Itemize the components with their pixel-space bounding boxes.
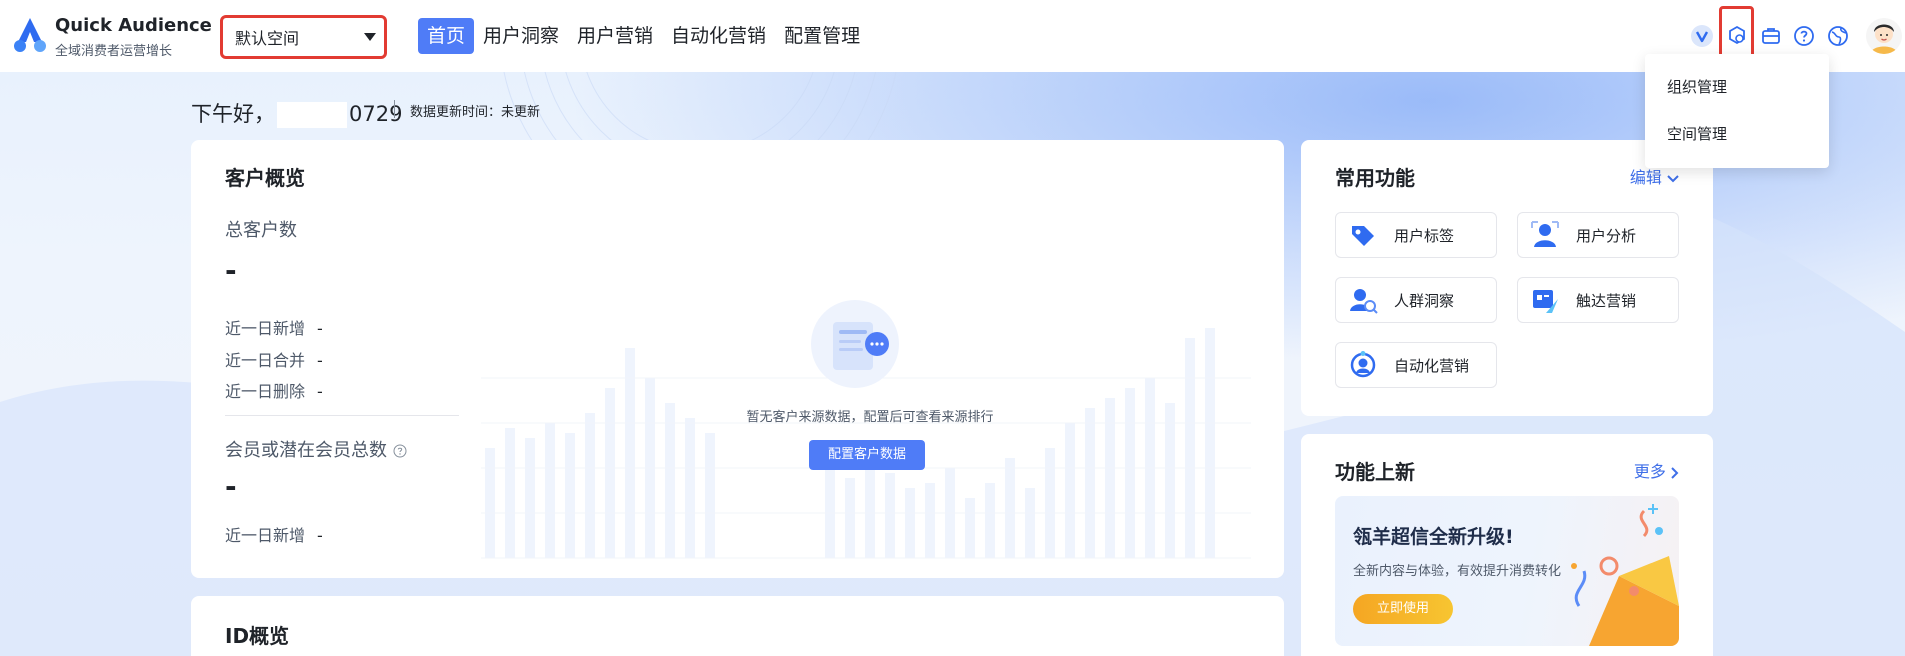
more-label: 更多 [1633,462,1666,481]
automation-icon [1350,351,1376,378]
card-title: ID概览 [225,624,290,648]
feature-banner[interactable]: 瓴羊超信全新升级! 全新内容与体验，有效提升消费转化 立即使用 [1335,496,1679,646]
version-v-icon[interactable] [1690,24,1714,48]
nav-automation-marketing[interactable]: 自动化营销 [662,18,775,54]
nav-home[interactable]: 首页 [418,18,475,54]
stat-label: 近一日合并 [225,351,306,370]
stat-value: - [317,526,323,545]
common-functions-card: 常用功能 编辑 用户标签 用户分析 人群洞察 触达营销 自动化营销 [1301,140,1713,416]
empty-data-illustration [811,300,899,388]
card-title: 常用功能 [1335,166,1415,190]
caret-down-icon [364,33,376,41]
username-mask [277,102,347,128]
celebration-illustration [1571,504,1679,646]
banner-title: 瓴羊超信全新升级! [1353,526,1514,548]
top-header: Quick Audience 全域消费者运营增长 默认空间 首页 用户洞察 用户… [0,0,1905,72]
nav-config-management[interactable]: 配置管理 [775,18,869,54]
space-select[interactable]: 默认空间 [220,15,387,59]
user-analysis-icon [1531,221,1559,247]
menu-item-org-management[interactable]: 组织管理 [1645,64,1829,111]
user-avatar[interactable] [1866,18,1902,54]
chevron-down-icon [1667,174,1679,182]
space-select-value: 默认空间 [235,29,300,48]
question-circle-icon[interactable] [393,444,407,458]
stat-value: - [317,351,323,370]
member-total-value: - [225,470,237,503]
func-user-analysis[interactable]: 用户分析 [1517,212,1679,258]
stat-label: 近一日删除 [225,382,306,401]
func-crowd-insight[interactable]: 人群洞察 [1335,277,1497,323]
main-nav: 首页 用户洞察 用户营销 自动化营销 配置管理 [418,18,869,54]
briefcase-icon[interactable] [1759,24,1783,48]
reach-marketing-icon [1533,290,1558,313]
brand-title: Quick Audience [55,15,212,36]
nav-user-marketing[interactable]: 用户营销 [568,18,662,54]
stat-row: 近一日新增 - [225,315,323,339]
func-reach-marketing[interactable]: 触达营销 [1517,277,1679,323]
quick-audience-logo [14,18,46,52]
stat-value: - [317,319,323,338]
stat-value: - [317,382,323,401]
brand-subtitle: 全域消费者运营增长 [55,44,173,59]
total-customers-value: - [225,254,237,287]
data-update-time: 数据更新时间：未更新 [410,105,541,120]
greeting-prefix: 下午好， [191,102,275,126]
id-overview-card: ID概览 [191,596,1284,656]
globe-icon[interactable] [1826,24,1850,48]
new-features-card: 功能上新 更多 瓴羊超信全新升级! 全新内容与体验，有效提升消费转化 立即使用 [1301,434,1713,656]
total-customers-label: 总客户数 [225,220,297,241]
help-icon[interactable] [1792,24,1816,48]
more-link[interactable]: 更多 [1634,458,1679,482]
func-label: 用户分析 [1576,226,1637,245]
org-settings-icon[interactable] [1725,24,1749,48]
customer-overview-card: 客户概览 总客户数 - 近一日新增 - 近一日合并 - 近一日删除 - 会员或潜在会员… [191,140,1284,578]
member-total-label-text: 会员或潜在会员总数 [225,440,387,461]
empty-state-text: 暂无客户来源数据，配置后可查看来源排行 [746,410,994,425]
chevron-right-icon [1671,466,1679,479]
func-label: 人群洞察 [1394,291,1455,310]
stat-label: 近一日新增 [225,319,306,338]
section-divider [225,415,459,416]
stat-row: 近一日合并 - [225,347,323,371]
func-label: 用户标签 [1394,226,1455,245]
config-customer-data-button[interactable]: 配置客户数据 [809,440,925,470]
greeting: 下午好， 0729 [191,98,402,128]
stat-row: 近一日删除 - [225,378,323,402]
func-label: 自动化营销 [1394,356,1470,375]
divider [394,100,395,118]
crowd-insight-icon [1350,289,1378,314]
stat-row: 近一日新增 - [225,522,323,546]
stat-label: 近一日新增 [225,526,306,545]
func-automation-marketing[interactable]: 自动化营销 [1335,342,1497,388]
tag-icon [1352,226,1374,246]
org-dropdown-menu: 组织管理 空间管理 [1645,54,1829,168]
use-now-button[interactable]: 立即使用 [1353,594,1453,624]
nav-user-insight[interactable]: 用户洞察 [474,18,568,54]
card-title: 功能上新 [1335,460,1415,484]
card-title: 客户概览 [225,166,305,190]
func-user-tags[interactable]: 用户标签 [1335,212,1497,258]
member-total-label: 会员或潜在会员总数 [225,436,407,462]
edit-label: 编辑 [1629,168,1662,187]
banner-subtitle: 全新内容与体验，有效提升消费转化 [1353,564,1562,579]
menu-item-space-management[interactable]: 空间管理 [1645,111,1829,158]
func-label: 触达营销 [1576,291,1637,310]
